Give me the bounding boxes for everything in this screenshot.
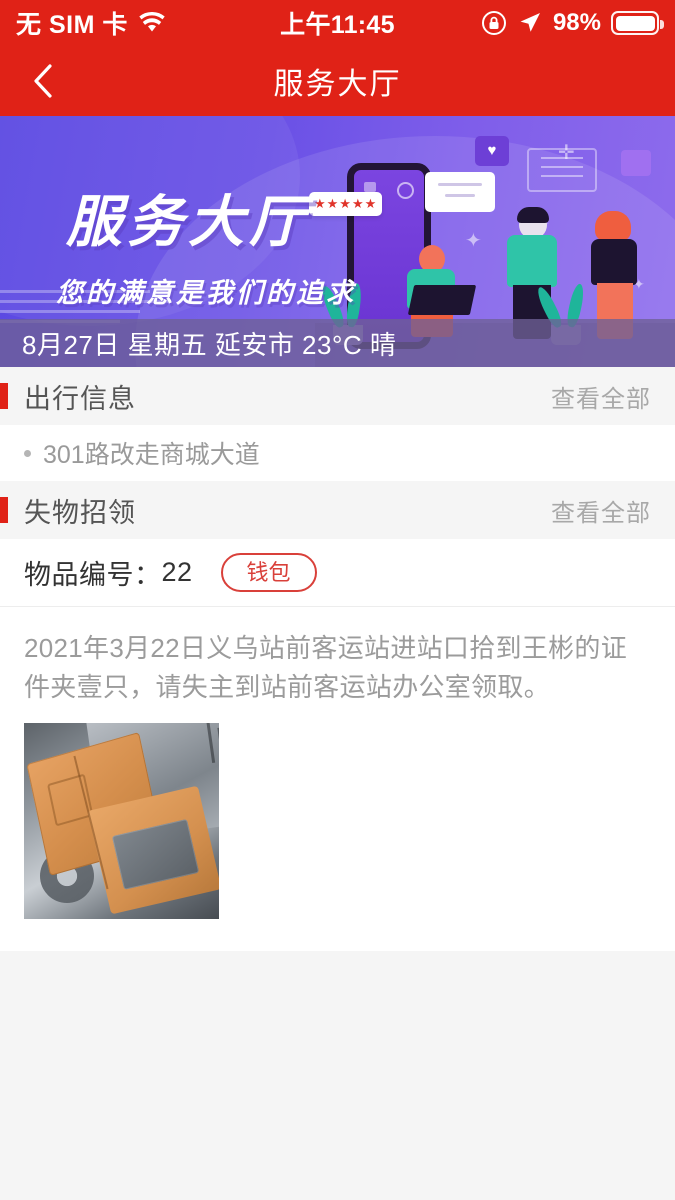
star-rating-badge: ★★★★★ [309,192,383,216]
item-number-label: 物品编号： [24,560,162,590]
hero-banner: ★★★★★ ♥ ✦ ✦ ✛ ✦ [0,116,675,367]
status-bar: 无 SIM 卡 上午11:45 98% [0,0,675,46]
laptop-illustration [407,285,477,315]
chat-bubble-illustration [425,172,495,212]
sparkle-icon: ✦ [465,230,482,252]
page-background-filler [0,951,675,1200]
lost-item-header-row[interactable]: 物品编号： 22 钱包 [0,539,675,607]
sparkle-icon: ✛ [558,142,575,164]
lost-item-photo-wrap [0,707,675,951]
content-area: 出行信息 查看全部 301路改走商城大道 失物招领 查看全部 物品编号： 22 … [0,367,675,1200]
back-button[interactable] [22,59,66,103]
lost-and-found-panel: 物品编号： 22 钱包 2021年3月22日义乌站前客运站进站口拾到王彬的证件夹… [0,539,675,951]
weather-bar: 8月27日 星期五 延安市 23°C 晴 [0,319,675,367]
section-header-lost-and-found: 失物招领 查看全部 [0,481,675,539]
cursor-badge-illustration [621,150,651,176]
status-bar-right: 98% [481,9,664,37]
item-number-value: 22 [161,557,193,587]
banner-title: 服务大厅 [66,190,310,253]
view-all-link-lost-and-found[interactable]: 查看全部 [551,493,651,528]
lost-item-description: 2021年3月22日义乌站前客运站进站口拾到王彬的证件夹壹只，请失主到站前客运站… [24,633,628,702]
section-title: 出行信息 [24,383,136,414]
nav-bar: 服务大厅 [0,46,675,116]
rotation-lock-icon [481,10,507,36]
heart-icon: ♥ [475,136,509,166]
section-title: 失物招领 [24,497,136,528]
page-title: 服务大厅 [273,68,402,101]
chevron-left-icon [34,64,52,98]
weather-text: 8月27日 星期五 延安市 23°C 晴 [22,329,397,360]
bullet-icon [24,449,31,457]
view-all-link-travel-info[interactable]: 查看全部 [551,379,651,414]
status-badge: 钱包 [220,552,317,593]
notice-text: 301路改走商城大道 [43,441,260,469]
battery-percent-label: 98% [552,9,601,36]
travel-info-panel: 301路改走商城大道 [0,425,675,481]
banner-subtitle: 您的满意是我们的追求 [56,278,356,308]
app-screen: 无 SIM 卡 上午11:45 98% 服务大厅 ★★★★★ ♥ ✦ ✛ ✦ 服… [0,0,675,1200]
battery-icon [611,11,664,35]
section-header-travel-info: 出行信息 查看全部 [0,367,675,425]
lost-wallet-photo[interactable] [24,723,219,919]
list-item[interactable]: 301路改走商城大道 [0,425,675,481]
location-arrow-icon [517,10,543,36]
